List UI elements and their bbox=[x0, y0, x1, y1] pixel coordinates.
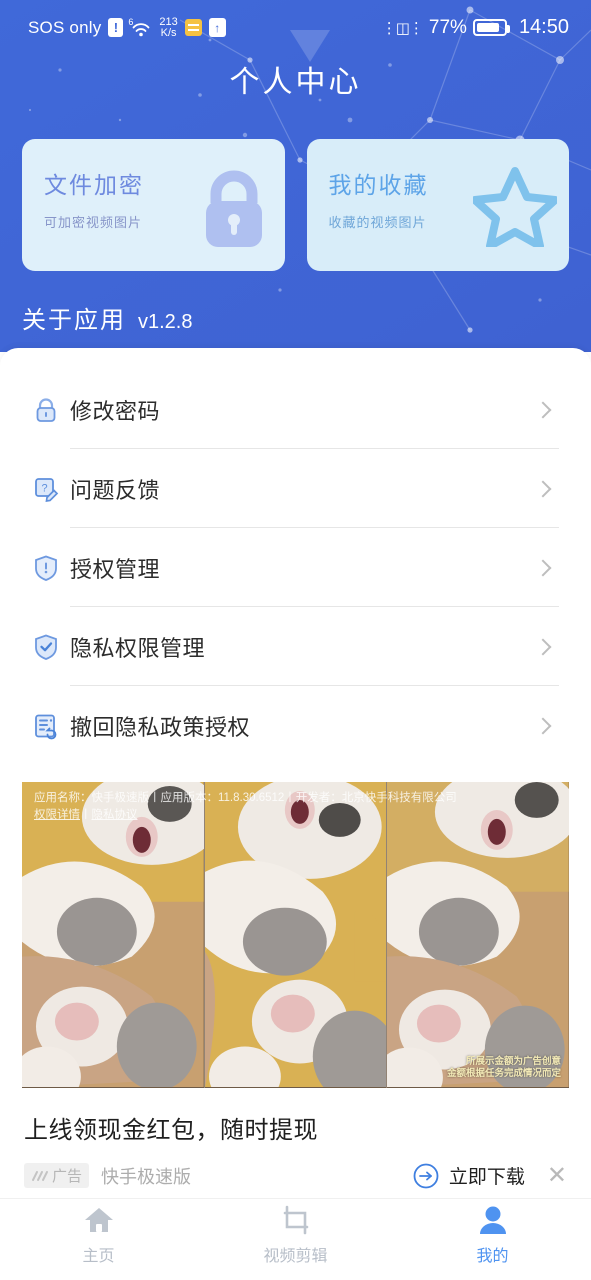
card-title: 我的收藏 bbox=[328, 172, 429, 198]
ad-legal-links: 权限详情丨隐私协议 bbox=[34, 807, 559, 824]
nav-item-label: 视频剪辑 bbox=[263, 1248, 328, 1265]
battery-percent-label: 77% bbox=[428, 16, 467, 38]
card-subtitle: 收藏的视频图片 bbox=[328, 215, 427, 230]
list-item-label: 修改密码 bbox=[70, 398, 161, 424]
list-item-label: 隐私权限管理 bbox=[70, 635, 206, 661]
ad-frame-2 bbox=[203, 782, 388, 1088]
ad-media[interactable]: 应用名称：快手极速版丨应用版本：11.8.30.6512丨开发者：北京快手科技有… bbox=[22, 782, 569, 1088]
shield-check-icon bbox=[32, 633, 70, 661]
arrow-right-circle-icon bbox=[413, 1163, 439, 1188]
ad-headline[interactable]: 上线领现金红包，随时提现 bbox=[24, 1110, 591, 1145]
person-icon bbox=[479, 1206, 506, 1234]
battery-icon bbox=[472, 19, 510, 36]
feedback-pencil-icon: ? bbox=[32, 475, 70, 503]
about-app-row: 关于应用 v1.2.8 bbox=[22, 300, 192, 335]
ad-frame-3 bbox=[387, 782, 569, 1088]
card-title: 文件加密 bbox=[44, 172, 144, 198]
list-item-label: 授权管理 bbox=[70, 556, 161, 582]
clock-label: 14:50 bbox=[518, 16, 569, 38]
wifi-glyph bbox=[133, 22, 150, 36]
status-bar: SOS only ! 6 213 K/s ↑ ⋮◫⋮ 77% 14:50 bbox=[0, 0, 591, 55]
list-item-authorization-management[interactable]: 授权管理 bbox=[32, 528, 559, 607]
shield-exclamation-icon bbox=[32, 554, 70, 582]
network-speed: 213 K/s bbox=[159, 16, 177, 39]
ad-amount-line2: 金额根据任务完成情况而定 bbox=[446, 1068, 561, 1079]
battery-fill bbox=[476, 23, 499, 32]
lock-icon bbox=[32, 396, 70, 424]
list-item-label: 撤回隐私政策授权 bbox=[70, 714, 251, 740]
kitten-image bbox=[387, 782, 569, 1088]
sim-alert-icon: ! bbox=[108, 18, 124, 37]
settings-list: 修改密码 ? 问题反馈 授权管理 隐私权限管理 撤回隐私政策授权 bbox=[0, 348, 591, 765]
page-title: 个人中心 bbox=[229, 66, 362, 99]
home-icon bbox=[84, 1208, 113, 1232]
chevron-right-icon bbox=[534, 401, 552, 418]
crop-icon bbox=[283, 1205, 308, 1235]
network-speed-unit: K/s bbox=[160, 26, 177, 39]
kitten-image bbox=[204, 782, 387, 1088]
upload-icon: ↑ bbox=[208, 18, 226, 37]
svg-text:?: ? bbox=[41, 482, 47, 494]
list-item-feedback[interactable]: ? 问题反馈 bbox=[32, 449, 559, 528]
chevron-right-icon bbox=[534, 480, 552, 497]
ad-legal-text: 应用名称：快手极速版丨应用版本：11.8.30.6512丨开发者：北京快手科技有… bbox=[34, 790, 559, 824]
ad-amount-disclaimer: 所展示金额为广告创意 金额根据任务完成情况而定 bbox=[447, 1056, 561, 1080]
ad-legal-line1: 应用名称：快手极速版丨应用版本：11.8.30.6512丨开发者：北京快手科技有… bbox=[34, 792, 457, 804]
wifi-generation-label: 6 bbox=[128, 16, 134, 27]
app-version-label: v1.2.8 bbox=[138, 311, 193, 333]
ad-download-button[interactable]: 立即下载 bbox=[413, 1162, 525, 1189]
chevron-right-icon bbox=[534, 638, 552, 655]
list-item-change-password[interactable]: 修改密码 bbox=[32, 370, 559, 449]
ad-badge-label: 广告 bbox=[52, 1168, 83, 1185]
ad-footer: 广告 快手极速版 立即下载 ✕ bbox=[24, 1162, 567, 1189]
notes-icon bbox=[184, 19, 202, 36]
status-bar-right: ⋮◫⋮ 77% 14:50 bbox=[382, 16, 569, 39]
kitten-image bbox=[22, 782, 204, 1088]
ad-frame-1 bbox=[22, 782, 204, 1088]
ad-badge: 广告 bbox=[24, 1163, 90, 1188]
about-app-label: 关于应用 bbox=[22, 307, 126, 334]
nav-item-label: 主页 bbox=[82, 1248, 115, 1265]
nav-item-mine[interactable]: 我的 bbox=[394, 1199, 591, 1280]
wifi-icon: 6 bbox=[128, 16, 152, 38]
bottom-navigation: 主页 视频剪辑 我的 bbox=[0, 1198, 591, 1280]
legal-separator: 丨 bbox=[80, 809, 92, 821]
chevron-right-icon bbox=[534, 717, 552, 734]
nav-item-label: 我的 bbox=[476, 1248, 509, 1265]
ad-download-label: 立即下载 bbox=[448, 1167, 525, 1188]
list-item-revoke-privacy-policy[interactable]: 撤回隐私政策授权 bbox=[32, 686, 559, 765]
card-subtitle: 可加密视频图片 bbox=[44, 215, 143, 230]
header: SOS only ! 6 213 K/s ↑ ⋮◫⋮ 77% 14:50 个人中… bbox=[0, 0, 591, 352]
list-item-privacy-permission-management[interactable]: 隐私权限管理 bbox=[32, 607, 559, 686]
list-item-label: 问题反馈 bbox=[70, 477, 161, 503]
privacy-agreement-link[interactable]: 隐私协议 bbox=[92, 809, 138, 821]
ad-lines-icon bbox=[32, 1170, 48, 1181]
advertisement[interactable]: 应用名称：快手极速版丨应用版本：11.8.30.6512丨开发者：北京快手科技有… bbox=[0, 782, 591, 1189]
card-file-encryption[interactable]: 文件加密 可加密视频图片 bbox=[22, 139, 285, 271]
permission-details-link[interactable]: 权限详情 bbox=[34, 809, 80, 821]
chevron-right-icon bbox=[534, 559, 552, 576]
document-revoke-icon bbox=[32, 712, 70, 740]
vibrate-icon: ⋮◫⋮ bbox=[381, 19, 424, 37]
ad-brand-label: 快手极速版 bbox=[101, 1166, 192, 1187]
carrier-label: SOS only bbox=[28, 17, 102, 37]
close-icon[interactable]: ✕ bbox=[547, 1163, 567, 1188]
ad-amount-line1: 所展示金额为广告创意 bbox=[465, 1056, 561, 1067]
card-my-favorites[interactable]: 我的收藏 收藏的视频图片 bbox=[306, 139, 569, 271]
nav-item-home[interactable]: 主页 bbox=[0, 1199, 197, 1280]
feature-cards: 文件加密 可加密视频图片 我的收藏 收藏的视频图片 bbox=[22, 139, 569, 271]
status-bar-left: SOS only ! 6 213 K/s ↑ bbox=[28, 16, 226, 39]
nav-item-video-edit[interactable]: 视频剪辑 bbox=[197, 1199, 394, 1280]
